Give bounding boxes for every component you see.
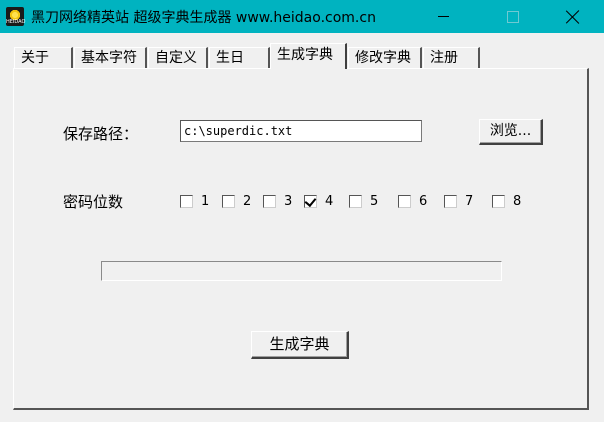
minimize-icon (437, 16, 449, 17)
tab-basic-chars[interactable]: 基本字符 (74, 47, 147, 68)
digit-checkbox-2[interactable]: 2 (222, 193, 251, 209)
digit-checkbox-5[interactable]: 5 (349, 193, 378, 209)
close-button[interactable] (550, 0, 596, 33)
tab-about[interactable]: 关于 (14, 47, 73, 68)
save-path-input[interactable]: c:\superdic.txt (180, 120, 422, 142)
maximize-icon (507, 10, 519, 23)
window-title: 黑刀网络精英站 超级字典生成器 www.heidao.com.cn (31, 10, 376, 26)
checkmark-icon (304, 194, 317, 207)
close-icon (566, 10, 580, 24)
tab-generate-dict[interactable]: 生成字典 (270, 43, 347, 69)
browse-button[interactable]: 浏览... (479, 119, 543, 145)
save-path-label: 保存路径： (63, 125, 139, 143)
title-bar: HEIDAO 黑刀网络精英站 超级字典生成器 www.heidao.com.cn (0, 0, 604, 33)
tab-register[interactable]: 注册 (423, 47, 480, 68)
maximize-button[interactable] (490, 0, 536, 33)
digit-checkbox-8[interactable]: 8 (492, 193, 521, 209)
digit-checkbox-3[interactable]: 3 (263, 193, 292, 209)
generate-dictionary-button[interactable]: 生成字典 (251, 331, 349, 359)
password-length-label: 密码位数 (63, 193, 124, 211)
minimize-button[interactable] (420, 0, 466, 33)
digit-checkbox-6[interactable]: 6 (398, 193, 427, 209)
app-logo-icon: HEIDAO (6, 7, 25, 26)
tab-custom[interactable]: 自定义 (148, 47, 208, 68)
tab-birthday[interactable]: 生日 (209, 47, 270, 68)
progress-bar (101, 261, 502, 281)
tab-modify-dict[interactable]: 修改字典 (348, 47, 422, 68)
digit-checkbox-4[interactable]: 4 (304, 193, 333, 209)
digit-checkbox-1[interactable]: 1 (180, 193, 209, 209)
digit-checkbox-7[interactable]: 7 (444, 193, 473, 209)
